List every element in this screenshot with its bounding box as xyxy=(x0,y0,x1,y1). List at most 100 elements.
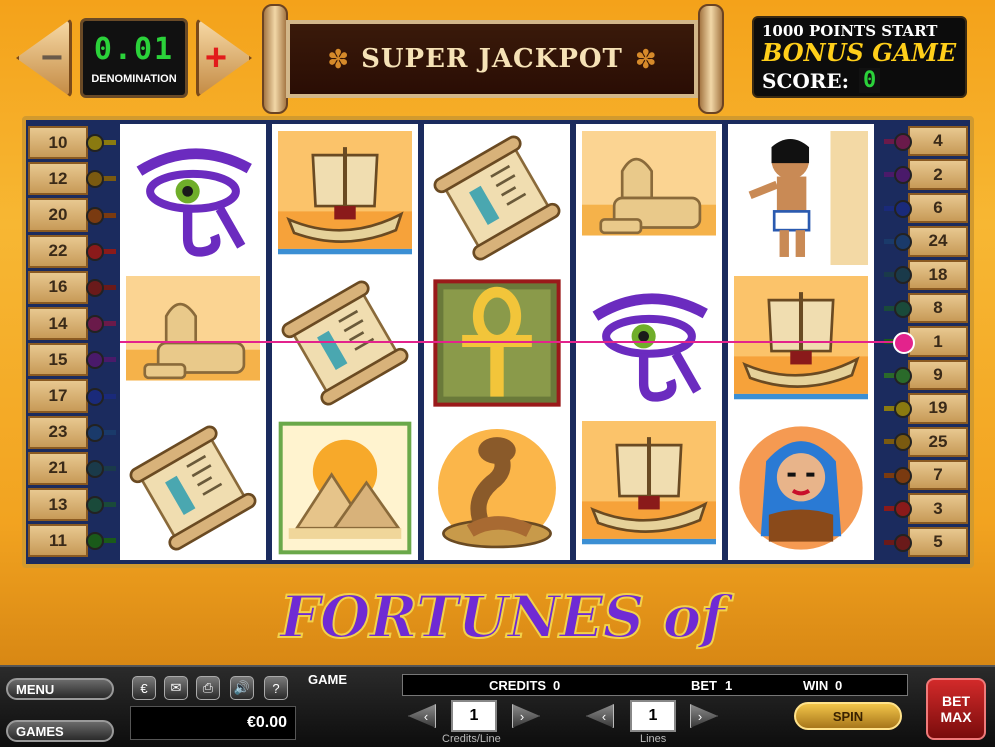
payline-dot xyxy=(86,206,104,225)
payline-dot xyxy=(86,134,104,153)
help-icon[interactable]: ? xyxy=(264,676,288,700)
credits-per-line-value: 1 xyxy=(451,700,497,732)
spin-label: SPIN xyxy=(832,708,864,724)
payline-number-10: 10 xyxy=(28,126,88,160)
score-value: 0 xyxy=(859,68,881,93)
bet-label: BET xyxy=(691,678,717,693)
payline-number-23: 23 xyxy=(28,415,88,449)
denomination-label: DENOMINATION xyxy=(91,72,177,85)
print-icon[interactable]: ⎙ xyxy=(196,676,220,700)
payline-dot xyxy=(894,366,912,385)
payline-dot xyxy=(86,423,104,442)
star-icon: ✽ xyxy=(327,43,350,74)
payline-number-8: 8 xyxy=(908,293,968,324)
payline-dot xyxy=(86,278,104,297)
symbol-sailing-ship xyxy=(272,125,418,270)
jackpot-panel: ✽ SUPER JACKPOT ✽ xyxy=(286,20,698,98)
payline-marker xyxy=(893,332,915,354)
payline-number-14: 14 xyxy=(28,307,88,341)
payline-dot xyxy=(894,199,912,218)
payline-dot xyxy=(894,466,912,485)
payline-dot xyxy=(894,500,912,519)
payline-dot xyxy=(86,496,104,515)
mail-icon[interactable]: ✉ xyxy=(164,676,188,700)
score-row: SCORE: 0 xyxy=(762,68,957,93)
payline-number-15: 15 xyxy=(28,343,88,377)
active-payline xyxy=(120,341,903,343)
payline-number-7: 7 xyxy=(908,460,968,491)
minus-icon: − xyxy=(40,36,64,79)
bet-max-button[interactable]: BET MAX xyxy=(926,678,986,740)
win-label: WIN xyxy=(803,678,829,693)
symbol-papyrus-scroll xyxy=(120,415,266,560)
denomination-display: 0.01 DENOMINATION xyxy=(80,18,188,98)
payline-dot xyxy=(86,315,104,334)
scroll-roll-right xyxy=(698,4,724,114)
denomination-decrease-button[interactable]: − xyxy=(16,18,72,98)
lines-label: Lines xyxy=(640,733,667,745)
bonus-game-text: BONUS GAME xyxy=(762,38,957,67)
denomination-increase-button[interactable]: + xyxy=(196,18,252,98)
symbol-pyramids xyxy=(272,415,418,560)
spin-button[interactable]: SPIN xyxy=(794,702,902,730)
balance-display: €0.00 xyxy=(130,706,296,740)
payline-number-19: 19 xyxy=(908,393,968,424)
lines-value: 1 xyxy=(630,700,676,732)
payline-number-16: 16 xyxy=(28,270,88,304)
payline-number-3: 3 xyxy=(908,493,968,524)
arrow-left-icon: ‹ xyxy=(601,708,607,724)
sound-icon[interactable]: 🔊 xyxy=(230,676,254,700)
game-title: FORTUNES of EGYPT xyxy=(279,582,727,730)
star-icon: ✽ xyxy=(634,43,657,74)
payline-number-12: 12 xyxy=(28,162,88,196)
payline-number-25: 25 xyxy=(908,426,968,457)
games-button[interactable]: GAMES xyxy=(6,720,114,742)
payline-number-4: 4 xyxy=(908,126,968,157)
payline-dot xyxy=(86,459,104,478)
win-value: 0 xyxy=(835,678,843,693)
payline-number-9: 9 xyxy=(908,359,968,391)
arrow-right-icon: › xyxy=(519,708,525,724)
payline-number-2: 2 xyxy=(908,159,968,190)
payline-dot xyxy=(86,242,104,261)
payline-number-5: 5 xyxy=(908,526,968,558)
score-label: SCORE: xyxy=(762,68,850,93)
payline-number-11: 11 xyxy=(28,524,88,558)
info-bar: CREDITS 0 BET 1 WIN 0 xyxy=(402,674,908,696)
euro-icon[interactable]: € xyxy=(132,676,156,700)
games-label: GAMES xyxy=(16,723,64,739)
payline-dot xyxy=(894,299,912,318)
credits-per-line-label: Credits/Line xyxy=(442,733,501,745)
bonus-game-panel: 1000 POINTS START BONUS GAME SCORE: 0 xyxy=(752,16,967,98)
payline-dot xyxy=(894,132,912,151)
arrow-right-icon: › xyxy=(697,708,703,724)
symbol-eye-of-horus xyxy=(120,125,266,270)
payline-number-18: 18 xyxy=(908,259,968,290)
bet-max-label: BET MAX xyxy=(940,693,972,725)
credits-label: CREDITS xyxy=(489,678,547,693)
menu-button[interactable]: MENU xyxy=(6,678,114,700)
credits-value: 0 xyxy=(553,678,561,693)
payline-number-13: 13 xyxy=(28,488,88,522)
plus-icon: + xyxy=(204,36,228,79)
payline-number-17: 17 xyxy=(28,379,88,413)
symbol-egyptian-man xyxy=(728,125,874,270)
denomination-value: 0.01 xyxy=(93,31,175,67)
payline-dot xyxy=(894,166,912,185)
payline-dot xyxy=(894,232,912,251)
symbol-sailing-ship xyxy=(576,415,722,560)
payline-dot xyxy=(894,533,912,552)
symbol-cobra xyxy=(424,415,570,560)
jackpot-banner: ✽ SUPER JACKPOT ✽ xyxy=(258,4,728,114)
bet-value: 1 xyxy=(725,678,733,693)
payline-dot xyxy=(86,387,104,406)
scroll-roll-left xyxy=(262,4,288,114)
jackpot-text: SUPER JACKPOT xyxy=(361,44,623,74)
symbol-cleopatra xyxy=(728,415,874,560)
arrow-left-icon: ‹ xyxy=(423,708,429,724)
menu-label: MENU xyxy=(16,681,55,697)
symbol-sphinx xyxy=(576,125,722,270)
payline-number-24: 24 xyxy=(908,226,968,257)
payline-number-21: 21 xyxy=(28,451,88,485)
payline-number-22: 22 xyxy=(28,234,88,268)
